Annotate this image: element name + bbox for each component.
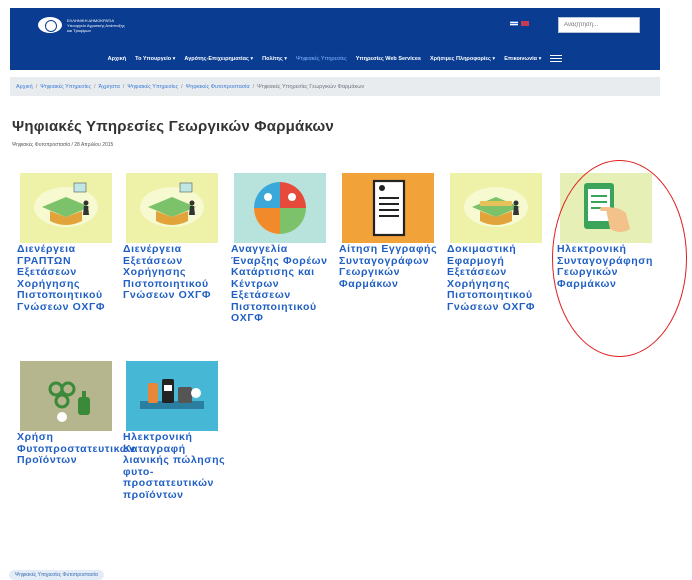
nav-item-ministry[interactable]: Το Υπουργείο ▾ [135, 56, 175, 62]
breadcrumb-digital-services[interactable]: Ψηφιακές Υπηρεσίες [40, 84, 91, 90]
language-switcher [510, 21, 529, 26]
service-label[interactable]: Αίτηση Εγγραφής Συνταγογράφων Γεωργικών … [339, 243, 447, 290]
nav-item-contact[interactable]: Επικοινωνία ▾ [504, 56, 541, 62]
breadcrumb: Αρχική / Ψηφιακές Υπηρεσίες / Άχρηστα / … [10, 77, 660, 96]
search-input[interactable] [558, 17, 640, 33]
service-label[interactable]: Διενέργεια ΓΡΑΠΤΩΝ Εξετάσεων Χορήγησης Π… [17, 243, 125, 313]
greek-flag-icon[interactable] [510, 21, 518, 26]
service-label[interactable]: Διενέργεια Εξετάσεων Χορήγησης Πιστοποιη… [123, 243, 231, 302]
ministry-logo[interactable]: ΕΛΛΗΝΙΚΗ ΔΗΜΟΚΡΑΤΙΑ Υπουργείο Αγροτικής … [38, 17, 125, 33]
article-meta: Ψηφιακές Φυτοπροστασία / 28 Απριλίου 201… [12, 142, 114, 148]
breadcrumb-unused[interactable]: Άχρηστα [99, 84, 120, 90]
breadcrumb-current: Ψηφιακές Υπηρεσίες Γεωργικών Φαρμάκων [257, 83, 365, 90]
graduation-cap-icon [450, 173, 542, 243]
graduation-cap-icon [126, 173, 218, 243]
nav-item-useful-info[interactable]: Χρήσιμες Πληροφορίες ▾ [430, 56, 495, 62]
service-label[interactable]: Ηλεκτρονική Καταγραφή λιανικής πώλησης φ… [123, 431, 231, 501]
english-flag-icon[interactable] [521, 21, 529, 26]
graduation-cap-icon [20, 173, 112, 243]
page-title: Ψηφιακές Υπηρεσίες Γεωργικών Φαρμάκων [12, 118, 334, 135]
products-icon [126, 361, 218, 431]
nav-item-web-services[interactable]: Υπηρεσίες Web Services [356, 56, 421, 62]
quadrant-icon [234, 173, 326, 243]
plant-sprayer-icon [20, 361, 112, 431]
highlight-circle [552, 160, 687, 357]
category-tag[interactable]: Ψηφιακές Υπηρεσίες Φυτοπροστασία [9, 570, 104, 580]
top-header: ΕΛΛΗΝΙΚΗ ΔΗΜΟΚΡΑΤΙΑ Υπουργείο Αγροτικής … [10, 8, 660, 70]
service-label[interactable]: Αναγγελία Έναρξης Φορέων Κατάρτισης και … [231, 243, 339, 325]
nav-item-citizen[interactable]: Πολίτης ▾ [262, 56, 287, 62]
breadcrumb-digital-services-2[interactable]: Ψηφιακές Υπηρεσίες [127, 84, 178, 90]
menu-hamburger-icon[interactable] [550, 55, 563, 62]
main-nav: Αρχική Το Υπουργείο ▾ Αγρότης-Επιχειρημα… [10, 55, 660, 62]
service-label[interactable]: Δοκιμαστική Εφαρμογή Εξετάσεων Χορήγησης… [447, 243, 555, 313]
nav-item-digital-services[interactable]: Ψηφιακές Υπηρεσίες [296, 56, 347, 62]
service-label[interactable]: Χρήση Φυτοπροστατευτικών Προϊόντων [17, 431, 135, 467]
nav-item-farmer[interactable]: Αγρότης-Επιχειρηματίας ▾ [184, 56, 253, 62]
logo-line-2: Υπουργείο Αγροτικής Ανάπτυξης [67, 22, 125, 28]
emblem-icon [38, 17, 62, 33]
breadcrumb-home[interactable]: Αρχική [16, 84, 33, 90]
logo-line-3: και Τροφίμων [67, 27, 92, 33]
breadcrumb-plant-protection[interactable]: Ψηφιακές Φυτοπροστασία [186, 84, 250, 90]
document-icon [342, 173, 434, 243]
nav-item-home[interactable]: Αρχική [108, 56, 127, 62]
